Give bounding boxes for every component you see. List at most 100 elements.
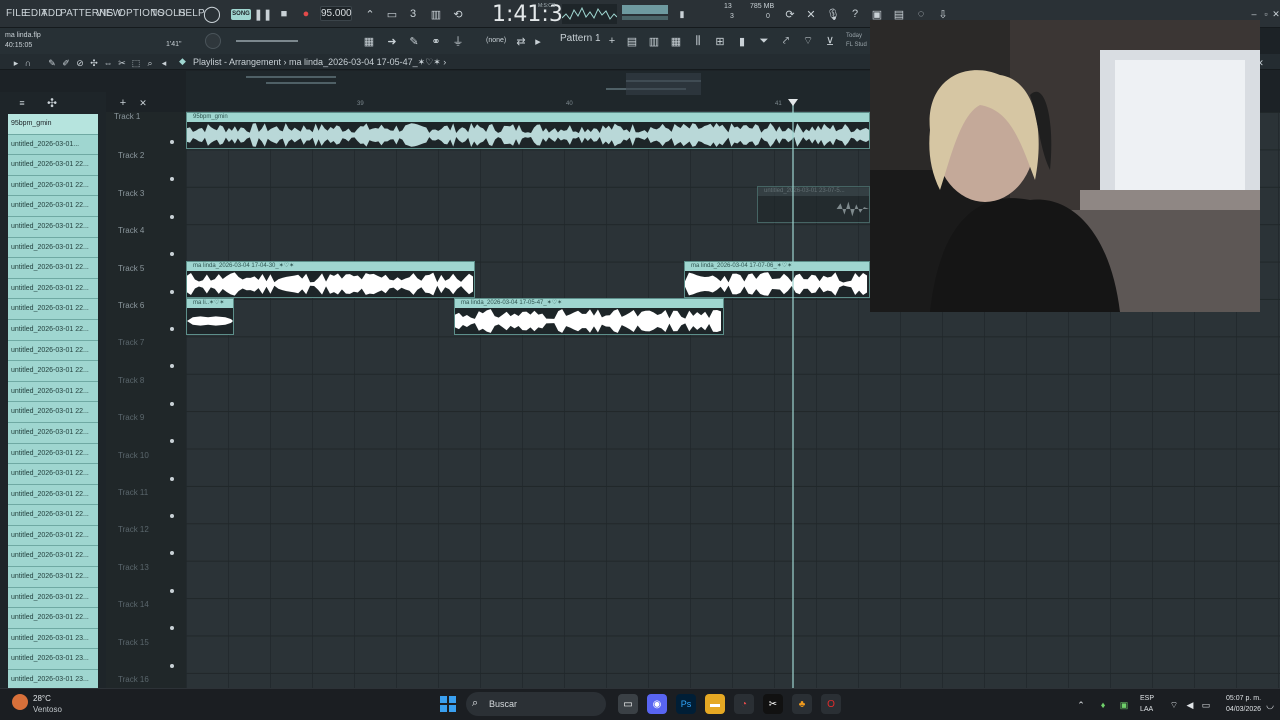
wifi-tray-icon[interactable]: ⌔ (1166, 697, 1182, 713)
browser-clip-item[interactable]: untitled_2026-03-01 22... (8, 525, 98, 547)
news-panel[interactable]: Today FL Stud (846, 32, 867, 50)
loop-icon[interactable]: ◯ (203, 6, 221, 23)
microphone-icon[interactable]: 🎙 (825, 6, 841, 22)
track-label[interactable]: Track 12 (118, 525, 149, 534)
track-label[interactable]: Track 16 (118, 675, 149, 684)
battery-tray-icon[interactable]: ▭ (1198, 697, 1214, 713)
track-label[interactable]: Track 11 (118, 488, 148, 497)
track-label[interactable]: Track 8 (118, 376, 144, 385)
track-label[interactable]: Track 7 (118, 338, 144, 347)
browser-move-icon[interactable]: ✣ (44, 95, 60, 111)
chrome-icon[interactable]: ◔ (734, 694, 754, 714)
tools-icon[interactable]: ✕ (803, 6, 819, 22)
playhead-marker[interactable] (788, 99, 798, 106)
tray-app-icon[interactable]: ▣ (1116, 697, 1132, 713)
browser-clip-item[interactable]: untitled_2026-03-01 22... (8, 608, 98, 629)
browser-clip-item[interactable]: untitled_2026-03-01 22... (8, 443, 98, 465)
track-mute-dot[interactable] (170, 214, 174, 219)
clip-track3[interactable]: untitled_2026-03-01 23-07-5... (757, 186, 870, 223)
track-label[interactable]: Track 5 (118, 264, 144, 273)
refresh-icon[interactable]: ⟳ (782, 6, 798, 22)
browser-clip-item[interactable]: untitled_2026-03-01 22... (8, 258, 98, 279)
weather-temperature[interactable]: 28°C (33, 694, 51, 703)
track-mute-dot[interactable] (170, 140, 174, 144)
blend-notes-icon[interactable]: ▥ (428, 6, 444, 22)
clip-track1[interactable]: 95bpm_gmin (186, 112, 870, 149)
countdown-icon[interactable]: 3 (405, 6, 421, 22)
snap-chevron-icon[interactable]: ⇄ (513, 33, 529, 49)
pattern-arrow-icon[interactable]: ▸ (530, 33, 546, 49)
browser-add-icon[interactable]: + (115, 95, 131, 111)
browser-clip-item[interactable]: untitled_2026-03-01 22... (8, 422, 98, 444)
clip-track5a[interactable]: ma linda_2026-03-04 17-04-30_✶♡✶ (186, 261, 475, 298)
clip-track6b[interactable]: ma linda_2026-03-04 17-05-47_✶♡✶ (454, 298, 724, 335)
volume-tray-icon[interactable]: ◀ (1182, 697, 1198, 713)
playback-tool-icon[interactable]: ◂ (156, 55, 172, 71)
browser-clip-item[interactable]: untitled_2026-03-01 22... (8, 278, 98, 300)
tray-chevron-icon[interactable]: ⌃ (1073, 697, 1089, 713)
loop-record-icon[interactable]: ⟲ (450, 6, 466, 22)
track-mute-dot[interactable] (170, 327, 174, 331)
language-line1[interactable]: ESP (1140, 695, 1154, 702)
record-button[interactable]: ● (298, 6, 314, 22)
track-mute-dot[interactable] (170, 289, 174, 294)
browser-clip-item[interactable]: untitled_2026-03-01 22... (8, 464, 98, 485)
overview-strip[interactable] (186, 71, 870, 98)
pencil-icon[interactable]: ✎ (406, 33, 422, 49)
wifi-icon[interactable]: ⌔ (800, 33, 816, 49)
opera-icon[interactable]: O (821, 694, 841, 714)
clock-time[interactable]: 05:07 p. m. (1226, 695, 1261, 702)
notifications-icon[interactable]: ◡ (1262, 697, 1278, 713)
task-view-icon[interactable]: ▭ (618, 694, 638, 714)
song-mode-badge[interactable]: SONG (231, 9, 251, 20)
track-label[interactable]: Track 2 (118, 151, 144, 160)
browser-clip-item[interactable]: untitled_2026-03-01 22... (8, 340, 98, 362)
taskbar-search[interactable] (466, 692, 606, 716)
close-icon[interactable]: ✕ (1268, 6, 1280, 22)
timeline-ruler[interactable] (186, 98, 870, 112)
metronome-icon[interactable]: ⌃ (362, 6, 378, 22)
file-explorer-icon[interactable]: ▬ (705, 694, 725, 714)
photoshop-icon[interactable]: Ps (676, 694, 696, 714)
browser-clip-item[interactable]: untitled_2026-03-01 22... (8, 484, 98, 506)
track-label[interactable]: Track 4 (118, 226, 144, 235)
weather-icon[interactable] (12, 694, 28, 710)
fl-studio-icon[interactable]: ♣ (792, 694, 812, 714)
browser-menu-icon[interactable]: ≡ (14, 95, 30, 111)
browser-clip-item[interactable]: untitled_2026-03-01 23... (8, 628, 98, 650)
browser-clip-item[interactable]: untitled_2026-03-01 22... (8, 402, 98, 423)
browser-clip-item[interactable]: untitled_2026-03-01 22... (8, 546, 98, 568)
magnet-icon[interactable]: ∩ (20, 55, 36, 71)
menu-help[interactable]: HELP (178, 8, 205, 19)
master-pitch-slider[interactable] (236, 40, 298, 42)
wait-record-icon[interactable]: ▭ (384, 6, 400, 22)
track-label[interactable]: Track 10 (118, 451, 149, 460)
browser-clip-item[interactable]: untitled_2026-03-01 22... (8, 196, 98, 217)
track-label[interactable]: Track 14 (118, 600, 149, 609)
discord-icon[interactable]: ◉ (647, 694, 667, 714)
piano-roll-icon[interactable]: ▦ (361, 33, 377, 49)
cart-icon[interactable]: ⊻ (822, 33, 838, 49)
link-icon[interactable]: ⚭ (428, 33, 444, 49)
stop-button[interactable]: ■ (276, 6, 292, 22)
language-line2[interactable]: LAA (1140, 706, 1153, 713)
tempo-display[interactable]: 95.000 (320, 6, 352, 21)
track-mute-dot[interactable] (170, 588, 174, 593)
master-volume-knob[interactable] (205, 33, 221, 49)
track-mute-dot[interactable] (170, 514, 174, 518)
pause-button[interactable]: ❚❚ (254, 6, 272, 22)
mixer-icon[interactable]: ⫼ (690, 33, 706, 49)
browser-close-icon[interactable]: ✕ (135, 95, 151, 111)
browser-icon[interactable]: ⊞ (712, 33, 728, 49)
clipboard-icon[interactable]: ▮ (734, 33, 750, 49)
browser-clip-item[interactable]: untitled_2026-03-01 22... (8, 361, 98, 382)
browser-clip-item[interactable]: untitled_2026-03-01 22... (8, 175, 98, 197)
playlist-icon[interactable]: ▤ (624, 33, 640, 49)
tray-mic-icon[interactable]: ♦ (1095, 697, 1111, 713)
stamp-icon[interactable]: ⏚ (450, 33, 466, 49)
track-mute-dot[interactable] (170, 401, 174, 406)
clip-track5b[interactable]: ma linda_2026-03-04 17-07-06_✶♡✶ (684, 261, 870, 298)
help-icon[interactable]: ? (847, 6, 863, 22)
windows-start-icon[interactable] (438, 694, 458, 714)
browser-clip-item[interactable]: untitled_2026-03-01 22... (8, 587, 98, 609)
